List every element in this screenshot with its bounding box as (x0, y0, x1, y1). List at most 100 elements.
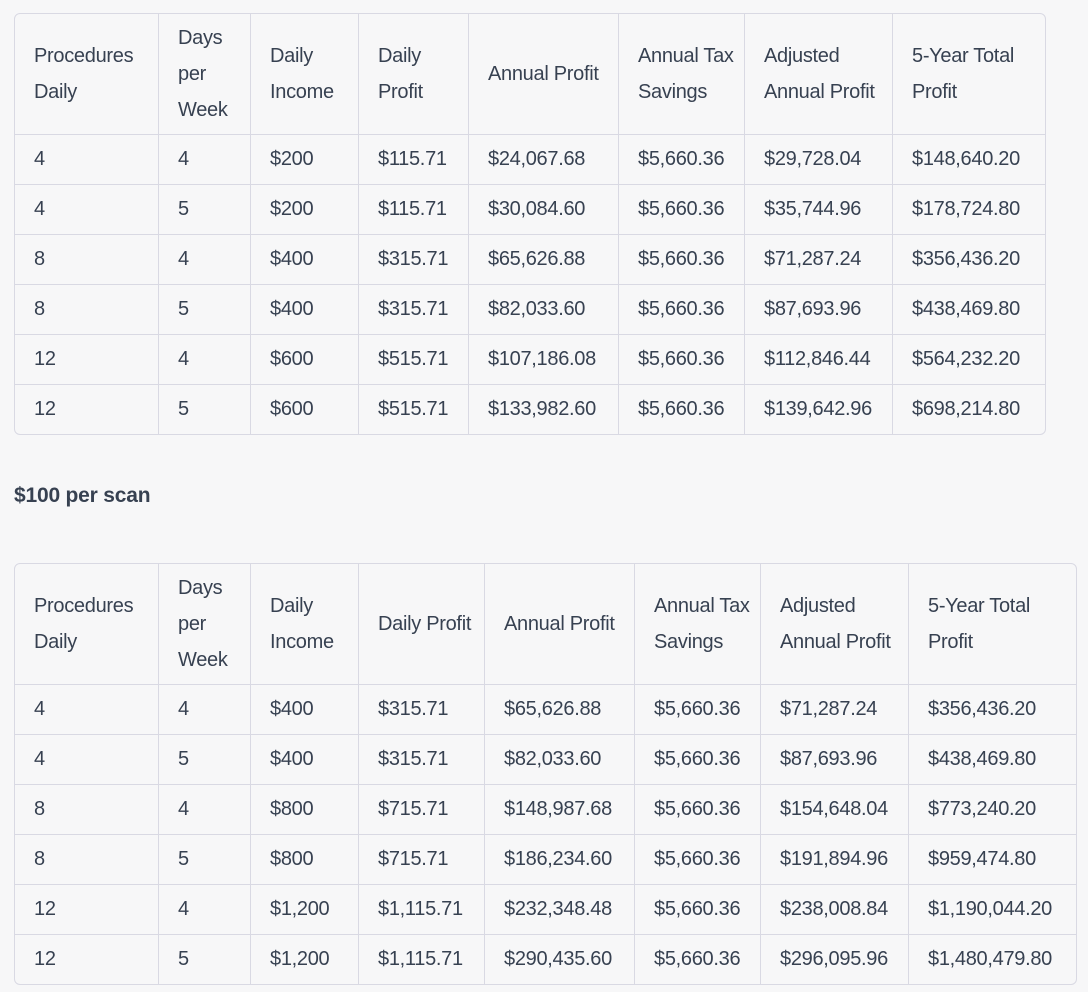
table-cell: 12 (15, 335, 159, 385)
table-cell: $600 (251, 335, 359, 385)
table-cell: $5,660.36 (619, 185, 745, 235)
table-cell: 4 (159, 335, 251, 385)
column-header: Procedures Daily (15, 564, 159, 685)
column-header: Adjusted Annual Profit (761, 564, 909, 685)
table-cell: $5,660.36 (619, 335, 745, 385)
table-cell: 8 (15, 835, 159, 885)
column-header: 5-Year Total Profit (909, 564, 1076, 685)
table-cell: 5 (159, 735, 251, 785)
column-header: Annual Profit (469, 14, 619, 135)
table-cell: $82,033.60 (469, 285, 619, 335)
table-row: 12 4 $1,200 $1,115.71 $232,348.48 $5,660… (15, 885, 1076, 935)
column-header: Daily Income (251, 14, 359, 135)
table-cell: 5 (159, 285, 251, 335)
table-cell: $773,240.20 (909, 785, 1076, 835)
column-header: Daily Income (251, 564, 359, 685)
table-cell: $232,348.48 (485, 885, 635, 935)
column-header: Adjusted Annual Profit (745, 14, 893, 135)
table-cell: $82,033.60 (485, 735, 635, 785)
table-cell: $186,234.60 (485, 835, 635, 885)
table-cell: $133,982.60 (469, 385, 619, 434)
table-row: 4 5 $400 $315.71 $82,033.60 $5,660.36 $8… (15, 735, 1076, 785)
table-cell: $65,626.88 (469, 235, 619, 285)
table-cell: $115.71 (359, 185, 469, 235)
table-row: 12 4 $600 $515.71 $107,186.08 $5,660.36 … (15, 335, 1045, 385)
table-cell: $5,660.36 (619, 385, 745, 434)
table-cell: $800 (251, 835, 359, 885)
table-cell: $30,084.60 (469, 185, 619, 235)
table-cell: $315.71 (359, 285, 469, 335)
table-cell: $400 (251, 285, 359, 335)
table-cell: 4 (159, 235, 251, 285)
table-row: 4 4 $200 $115.71 $24,067.68 $5,660.36 $2… (15, 135, 1045, 185)
table-cell: $238,008.84 (761, 885, 909, 935)
column-header: Daily Profit (359, 564, 485, 685)
table-cell: $5,660.36 (619, 285, 745, 335)
table-header-row: Procedures Daily Days per Week Daily Inc… (15, 564, 1076, 685)
table-cell: 4 (15, 185, 159, 235)
column-header: Annual Profit (485, 564, 635, 685)
table-cell: $315.71 (359, 235, 469, 285)
table-cell: $5,660.36 (635, 885, 761, 935)
table-cell: $5,660.36 (619, 235, 745, 285)
table-cell: $698,214.80 (912, 398, 1020, 420)
table-cell: $5,660.36 (635, 685, 761, 735)
table-row: 8 5 $400 $315.71 $82,033.60 $5,660.36 $8… (15, 285, 1045, 335)
table-cell: $139,642.96 (745, 385, 893, 434)
table-cell: $71,287.24 (745, 235, 893, 285)
table-cell: 4 (159, 785, 251, 835)
table-cell: $29,728.04 (745, 135, 893, 185)
table-cell: $148,987.68 (485, 785, 635, 835)
table-cell: $400 (251, 235, 359, 285)
table-cell: $5,660.36 (635, 785, 761, 835)
table-cell: $356,436.20 (909, 685, 1076, 735)
table-cell: $71,287.24 (761, 685, 909, 735)
table-cell: 5 (159, 935, 251, 984)
table-cell: 8 (15, 235, 159, 285)
table-cell: $107,186.08 (469, 335, 619, 385)
table-row: 8 4 $400 $315.71 $65,626.88 $5,660.36 $7… (15, 235, 1045, 285)
table-cell: $5,660.36 (619, 135, 745, 185)
table-cell: $715.71 (359, 785, 485, 835)
table-cell: 4 (15, 685, 159, 735)
table-row: 8 5 $800 $715.71 $186,234.60 $5,660.36 $… (15, 835, 1076, 885)
column-header: Annual Tax Savings (635, 564, 761, 685)
table-row: 12 5 $1,200 $1,115.71 $290,435.60 $5,660… (15, 935, 1076, 984)
table-cell: 5 (159, 185, 251, 235)
table-cell: 4 (159, 685, 251, 735)
table-cell: $5,660.36 (635, 735, 761, 785)
table-cell: $800 (251, 785, 359, 835)
table-cell: 4 (15, 735, 159, 785)
column-header: Daily Profit (359, 14, 469, 135)
table-cell: $115.71 (359, 135, 469, 185)
column-header: Days per Week (159, 564, 251, 685)
table-cell: $200 (251, 185, 359, 235)
table-cell: $65,626.88 (485, 685, 635, 735)
table-cell: $5,660.36 (635, 835, 761, 885)
table-cell: $35,744.96 (745, 185, 893, 235)
table-cell: $148,640.20 (893, 135, 1045, 185)
table-cell: 12 (15, 935, 159, 984)
table-cell: 4 (159, 885, 251, 935)
table-cell: $191,894.96 (761, 835, 909, 885)
table-cell: $400 (251, 685, 359, 735)
table-row: 8 4 $800 $715.71 $148,987.68 $5,660.36 $… (15, 785, 1076, 835)
table-cell: 8 (15, 785, 159, 835)
profit-table-50-per-scan: Procedures Daily Days per Week Daily Inc… (14, 13, 1046, 435)
table-cell: $515.71 (359, 385, 469, 434)
table-cell: $1,190,044.20 (909, 885, 1076, 935)
table-cell: 8 (15, 285, 159, 335)
table-cell: $959,474.80 (909, 835, 1076, 885)
table-cell: $315.71 (359, 685, 485, 735)
column-header: Annual Tax Savings (619, 14, 745, 135)
table-row: 4 4 $400 $315.71 $65,626.88 $5,660.36 $7… (15, 685, 1076, 735)
table-cell: 12 (15, 885, 159, 935)
table-cell: 4 (159, 135, 251, 185)
table-cell: $87,693.96 (745, 285, 893, 335)
table-cell: $400 (251, 735, 359, 785)
table-cell: $1,115.71 (359, 885, 485, 935)
table-cell: 12 (15, 385, 159, 434)
table-cell: $154,648.04 (761, 785, 909, 835)
table-cell: 4 (15, 135, 159, 185)
table-cell: $438,469.80 (909, 735, 1076, 785)
